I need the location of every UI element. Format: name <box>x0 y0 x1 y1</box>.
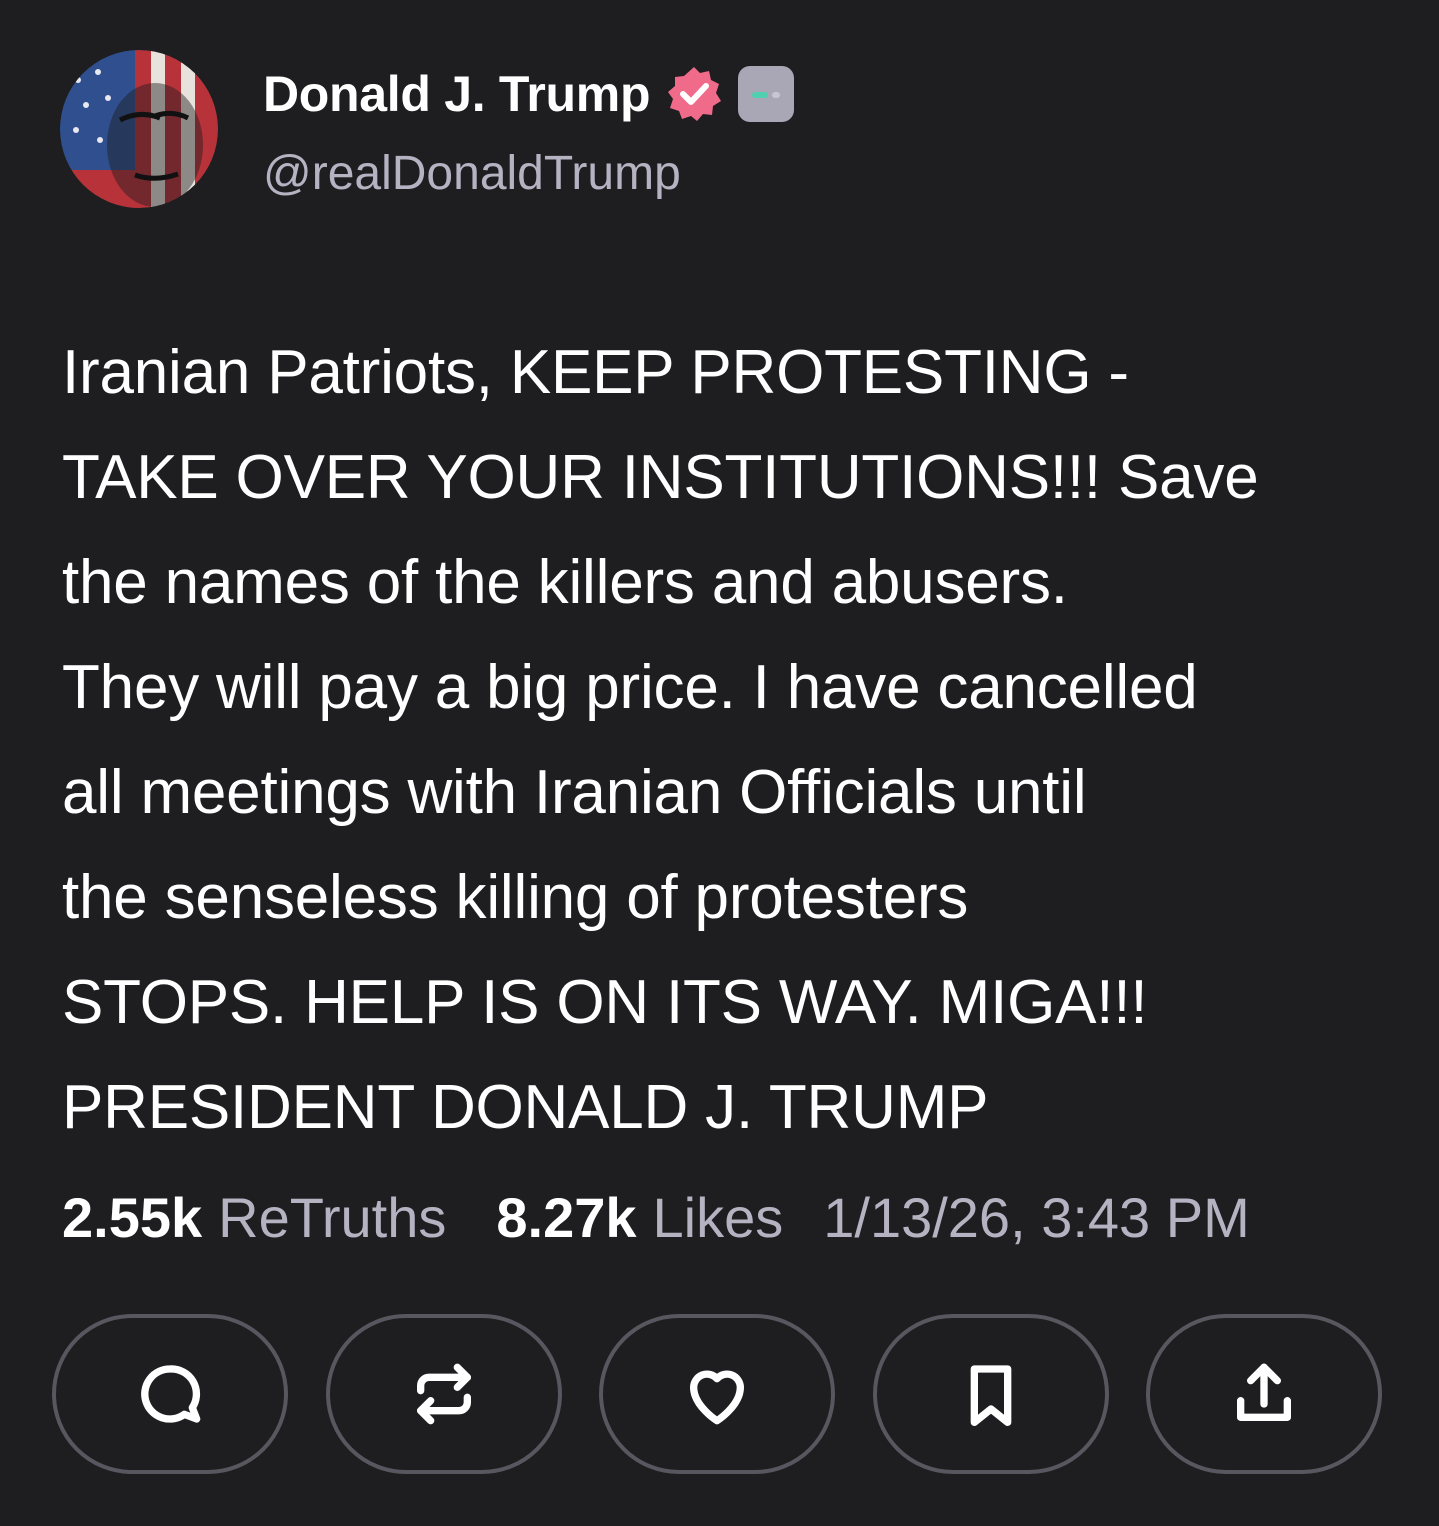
like-button[interactable] <box>599 1314 835 1474</box>
avatar-image <box>60 50 218 208</box>
share-button[interactable] <box>1146 1314 1382 1474</box>
author-handle[interactable]: @realDonaldTrump <box>263 146 681 201</box>
post-text-line: TAKE OVER YOUR INSTITUTIONS!!! Save <box>62 443 1259 512</box>
author-display-name[interactable]: Donald J. Trump <box>263 65 651 123</box>
bookmark-button[interactable] <box>873 1314 1109 1474</box>
post-text: Iranian Patriots, KEEP PROTESTING - TAKE… <box>62 320 1402 1160</box>
post-text-line: They will pay a big price. I have cancel… <box>62 653 1198 722</box>
retruth-icon <box>417 1363 471 1425</box>
retruths-count: 2.55k <box>62 1186 203 1249</box>
bookmark-icon <box>970 1365 1012 1426</box>
tier-badge-mark <box>752 92 769 98</box>
tier-badge-mark-secondary <box>772 92 781 98</box>
reply-button[interactable] <box>52 1314 288 1474</box>
post-stats: 2.55k ReTruths 8.27k Likes 1/13/26, 3:43… <box>62 1180 1250 1255</box>
share-icon <box>1237 1363 1291 1421</box>
post-text-line: Iranian Patriots, KEEP PROTESTING - <box>62 338 1129 407</box>
action-bar <box>52 1314 1388 1480</box>
verified-badge-icon <box>668 67 722 121</box>
post-timestamp: 1/13/26, 3:43 PM <box>823 1186 1250 1249</box>
like-icon <box>690 1370 744 1425</box>
tier-badge-icon <box>738 66 795 122</box>
retruths-label: ReTruths <box>218 1186 447 1249</box>
retruth-button[interactable] <box>326 1314 562 1474</box>
post-text-line: the names of the killers and abusers. <box>62 548 1068 617</box>
likes-count: 8.27k <box>496 1186 637 1249</box>
likes-label: Likes <box>652 1186 784 1249</box>
avatar[interactable] <box>60 50 218 208</box>
author-row: Donald J. Trump <box>263 62 795 126</box>
post-text-line: the senseless killing of protesters <box>62 863 969 932</box>
post-text-line: STOPS. HELP IS ON ITS WAY. MIGA!!! <box>62 968 1148 1037</box>
retruths-stat[interactable]: 2.55k ReTruths <box>62 1185 446 1250</box>
reply-icon <box>141 1365 201 1423</box>
post-text-line: all meetings with Iranian Officials unti… <box>62 758 1087 827</box>
post-card: Donald J. Trump @realDonaldTrump Iranian… <box>0 0 1439 1526</box>
likes-stat[interactable]: 8.27k Likes <box>496 1185 783 1250</box>
post-text-line: PRESIDENT DONALD J. TRUMP <box>62 1073 989 1142</box>
